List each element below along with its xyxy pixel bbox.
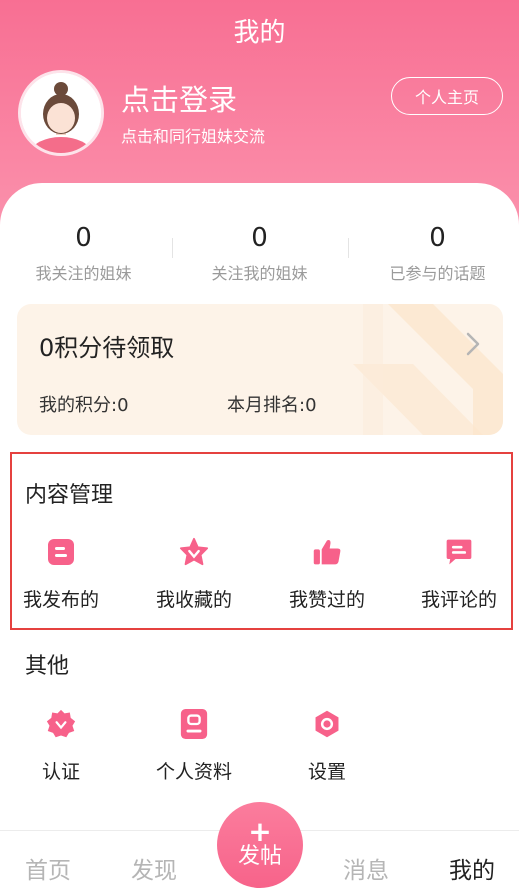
star-icon bbox=[179, 537, 209, 567]
stat-following[interactable]: 0 我关注的姐妹 bbox=[0, 222, 170, 284]
comment-icon bbox=[444, 537, 474, 567]
stat-divider bbox=[348, 238, 349, 258]
document-icon bbox=[46, 537, 76, 567]
points-card[interactable]: 0积分待领取 我的积分:0 本月排名:0 bbox=[17, 304, 503, 435]
my-likes-button[interactable]: 我赞过的 bbox=[272, 537, 382, 612]
my-likes-label: 我赞过的 bbox=[288, 589, 365, 611]
plus-icon: + bbox=[248, 815, 272, 848]
certification-label: 认证 bbox=[41, 761, 80, 783]
login-subtitle: 点击和同行姐妹交流 bbox=[121, 127, 266, 146]
monthly-rank: 本月排名:0 bbox=[227, 395, 317, 416]
my-profile-page: 我的 点击登录 点击和同行姐妹交流 个人主页 0 我关注的姐妹 0 关注我的姐妹… bbox=[0, 0, 519, 894]
stat-label: 关注我的姐妹 bbox=[211, 264, 308, 283]
stat-value: 0 bbox=[75, 223, 92, 253]
my-comments-label: 我评论的 bbox=[420, 589, 497, 611]
post-button[interactable]: + 发帖 bbox=[217, 802, 303, 888]
stat-followers[interactable]: 0 关注我的姐妹 bbox=[173, 222, 346, 284]
chevron-right-icon bbox=[466, 332, 480, 356]
stat-value: 0 bbox=[429, 223, 446, 253]
certification-button[interactable]: 认证 bbox=[6, 709, 116, 784]
my-favorites-button[interactable]: 我收藏的 bbox=[139, 537, 249, 612]
personal-homepage-button[interactable]: 个人主页 bbox=[391, 77, 503, 115]
nav-home[interactable]: 首页 bbox=[18, 851, 78, 885]
login-title[interactable]: 点击登录 bbox=[121, 77, 237, 119]
stat-label: 我关注的姐妹 bbox=[35, 264, 132, 283]
thumbs-up-icon bbox=[312, 537, 342, 567]
points-title: 0积分待领取 bbox=[39, 334, 175, 362]
settings-label: 设置 bbox=[307, 761, 346, 783]
my-favorites-label: 我收藏的 bbox=[155, 589, 232, 611]
post-label: 发帖 bbox=[237, 844, 282, 869]
nav-messages[interactable]: 消息 bbox=[336, 851, 396, 885]
other-title: 其他 bbox=[25, 654, 70, 679]
stat-value: 0 bbox=[251, 223, 268, 253]
nav-mine[interactable]: 我的 bbox=[442, 851, 502, 885]
personal-info-label: 个人资料 bbox=[155, 761, 232, 783]
settings-button[interactable]: 设置 bbox=[272, 709, 382, 784]
my-posts-label: 我发布的 bbox=[22, 589, 99, 611]
my-points: 我的积分:0 bbox=[39, 395, 129, 416]
profile-card-icon bbox=[179, 709, 209, 739]
personal-info-button[interactable]: 个人资料 bbox=[139, 709, 249, 784]
nav-discover[interactable]: 发现 bbox=[124, 851, 184, 885]
badge-icon bbox=[46, 709, 76, 739]
points-decoration bbox=[353, 304, 503, 435]
content-management-title: 内容管理 bbox=[25, 483, 114, 508]
avatar-icon bbox=[21, 73, 101, 153]
stat-topics[interactable]: 0 已参与的话题 bbox=[351, 222, 519, 284]
settings-icon bbox=[312, 709, 342, 739]
stat-label: 已参与的话题 bbox=[389, 264, 486, 283]
avatar[interactable] bbox=[18, 70, 104, 156]
my-posts-button[interactable]: 我发布的 bbox=[6, 537, 116, 612]
page-title: 我的 bbox=[233, 18, 286, 48]
my-comments-button[interactable]: 我评论的 bbox=[404, 537, 514, 612]
